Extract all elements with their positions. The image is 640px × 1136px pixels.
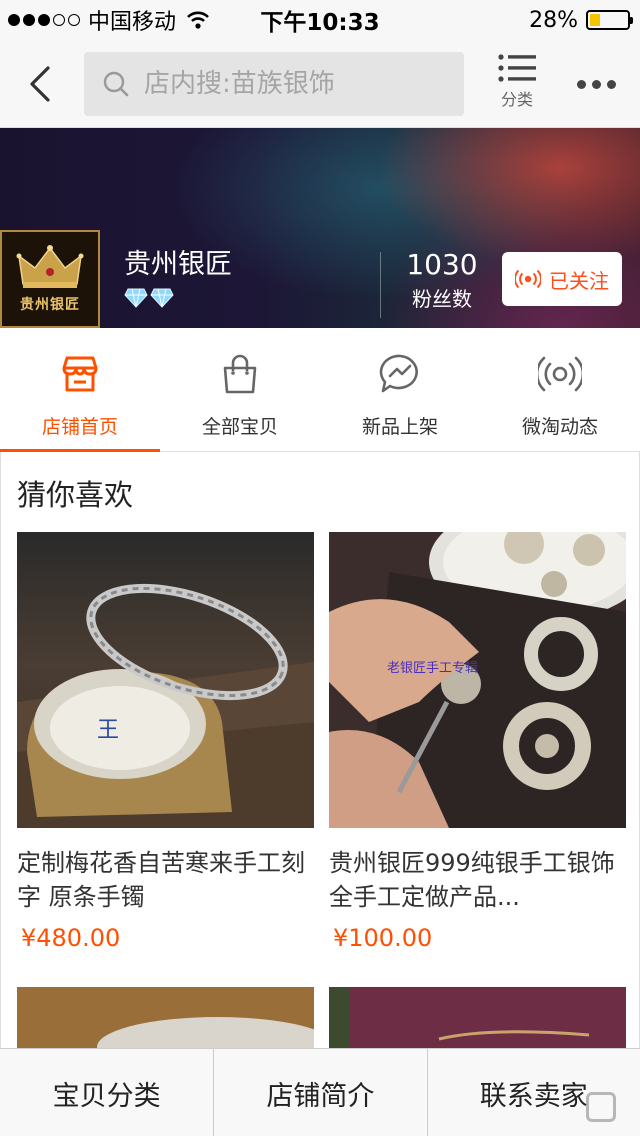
bag-icon	[223, 354, 257, 394]
category-tab-button[interactable]: 宝贝分类	[0, 1049, 213, 1136]
tab-all-items[interactable]: 全部宝贝	[160, 328, 320, 452]
fans-count: 1030	[406, 248, 478, 281]
follow-label: 已关注	[549, 268, 609, 293]
category-button[interactable]: 分类	[488, 54, 546, 116]
signal-dot	[68, 14, 80, 26]
shop-banner: 贵州银匠 贵州银匠 1030 粉丝数 已关注	[0, 128, 640, 328]
tab-home[interactable]: 店铺首页	[0, 328, 160, 453]
search-bar[interactable]	[84, 52, 464, 116]
signal-dot	[23, 14, 35, 26]
product-card[interactable]: 王 定制梅花香自苦寒来手工刻字 原条手镯 ¥480.00	[17, 532, 314, 952]
more-icon	[576, 79, 586, 89]
fans-counter: 1030 粉丝数	[384, 248, 500, 312]
watermark-icon	[586, 1092, 616, 1122]
logo-text: 贵州银匠	[20, 297, 80, 313]
product-title[interactable]: 贵州银匠999纯银手工银饰全手工定做产品...	[329, 846, 626, 914]
tab-new-arrivals[interactable]: 新品上架	[320, 328, 480, 452]
shop-intro-button[interactable]: 店铺简介	[213, 1049, 426, 1136]
status-bar: 中国移动 下午10:33 28%	[0, 0, 640, 40]
signal-dot	[38, 14, 50, 26]
tab-label: 微淘动态	[521, 416, 598, 438]
recommendations: 猜你喜欢 王 定制梅花香自苦寒来手工刻字 原条手镯 ¥480.00 老银匠手工专…	[0, 452, 640, 1067]
tab-label: 新品上架	[361, 416, 438, 438]
shop-logo[interactable]: 贵州银匠	[0, 230, 100, 328]
battery-icon	[586, 10, 633, 30]
crown-icon	[16, 245, 84, 288]
follow-button[interactable]: 已关注	[502, 252, 622, 306]
more-icon	[606, 79, 616, 89]
signal-dot	[53, 14, 65, 26]
store-icon	[62, 356, 98, 392]
diamond-icon	[124, 288, 148, 308]
product-price: ¥100.00	[333, 924, 433, 952]
category-label: 分类	[500, 90, 533, 109]
battery-level	[590, 14, 601, 26]
product-price: ¥480.00	[21, 924, 121, 952]
shop-rating	[124, 288, 174, 308]
battery-status: 28%	[529, 7, 633, 33]
product-card[interactable]: 老银匠手工专辑 贵州银匠999纯银手工银饰全手工定做产品... ¥100.00	[329, 532, 626, 952]
list-icon	[498, 54, 536, 82]
section-title: 猜你喜欢	[17, 478, 134, 512]
signal-strength	[8, 14, 80, 26]
shop-page: 中国移动 下午10:33 28% 店内搜:苗族银饰 分类 贵州银匠 贵州银匠 1…	[0, 0, 640, 1136]
tab-weitao[interactable]: 微淘动态	[480, 328, 640, 452]
product-image[interactable]: 王	[17, 532, 314, 828]
shop-tabs: 店铺首页 全部宝贝 新品上架 微淘动态	[0, 328, 640, 453]
search-icon	[103, 71, 129, 97]
carrier-name: 中国移动	[88, 10, 177, 35]
divider	[380, 252, 381, 318]
more-button[interactable]	[568, 66, 624, 102]
diamond-icon	[150, 288, 174, 308]
tab-label: 全部宝贝	[201, 416, 278, 438]
tab-label: 店铺首页	[41, 416, 118, 438]
back-icon	[30, 65, 50, 102]
svg-text:老银匠手工专辑: 老银匠手工专辑	[387, 661, 478, 676]
signal-dot	[8, 14, 20, 26]
svg-text:王: 王	[97, 718, 119, 743]
product-title[interactable]: 定制梅花香自苦寒来手工刻字 原条手镯	[17, 846, 314, 914]
shop-name: 贵州银匠	[124, 249, 232, 280]
back-button[interactable]	[0, 40, 80, 128]
chat-bolt-icon	[379, 354, 418, 393]
bottom-bar: 宝贝分类 店铺简介 联系卖家	[0, 1048, 640, 1136]
broadcast-icon	[515, 269, 541, 289]
wifi-icon	[186, 10, 210, 30]
more-icon	[591, 79, 601, 89]
nav-bar: 分类	[0, 40, 640, 128]
fans-label: 粉丝数	[412, 287, 472, 311]
broadcast-icon	[538, 356, 582, 392]
product-image[interactable]: 老银匠手工专辑	[329, 532, 626, 828]
search-input[interactable]	[144, 69, 444, 99]
battery-percent: 28%	[529, 7, 578, 33]
